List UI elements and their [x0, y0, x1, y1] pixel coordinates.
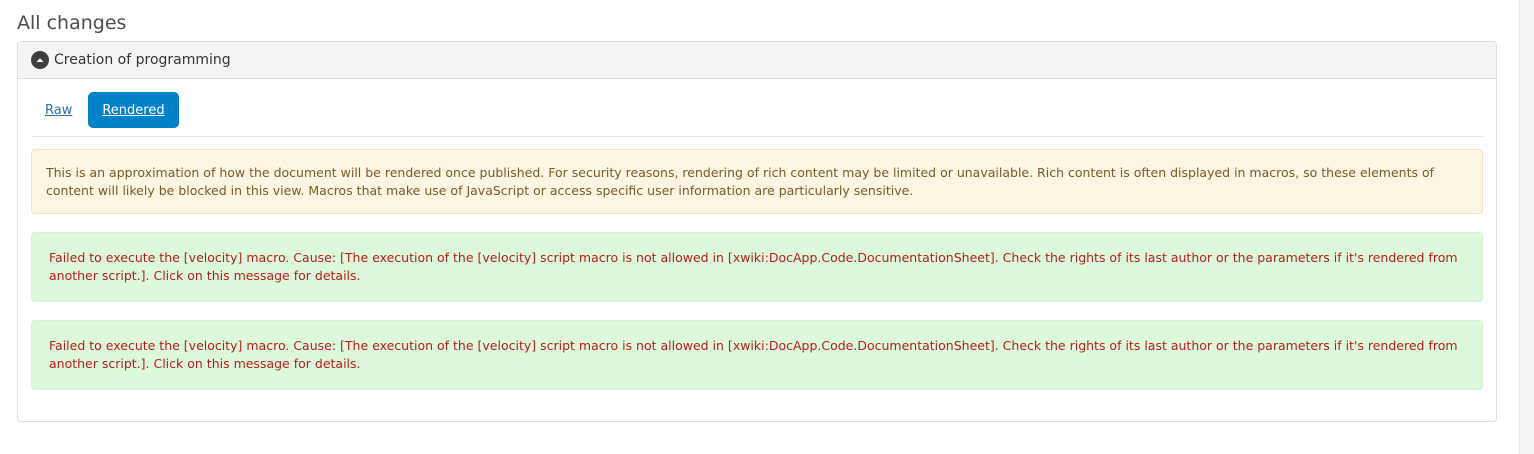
- change-panel: Creation of programming Raw Rendered Thi…: [17, 41, 1497, 422]
- panel-title: Creation of programming: [54, 52, 231, 68]
- page: All changes Creation of programming Raw …: [0, 0, 1534, 454]
- panel-heading[interactable]: Creation of programming: [18, 42, 1496, 79]
- macro-error-box[interactable]: Failed to execute the [velocity] macro. …: [31, 320, 1483, 390]
- render-warning-text: This is an approximation of how the docu…: [46, 165, 1435, 198]
- macro-error-box[interactable]: Failed to execute the [velocity] macro. …: [31, 232, 1483, 302]
- vertical-scrollbar[interactable]: [1519, 0, 1534, 454]
- macro-error-text: Failed to execute the [velocity] macro. …: [49, 250, 1458, 283]
- chevron-up-icon[interactable]: [31, 51, 49, 69]
- view-tabs: Raw Rendered: [31, 92, 1483, 137]
- section-title: All changes: [17, 12, 127, 34]
- macro-error-text: Failed to execute the [velocity] macro. …: [49, 338, 1458, 371]
- render-warning-box: This is an approximation of how the docu…: [31, 149, 1483, 214]
- tab-rendered[interactable]: Rendered: [88, 92, 179, 128]
- tab-raw[interactable]: Raw: [31, 92, 86, 128]
